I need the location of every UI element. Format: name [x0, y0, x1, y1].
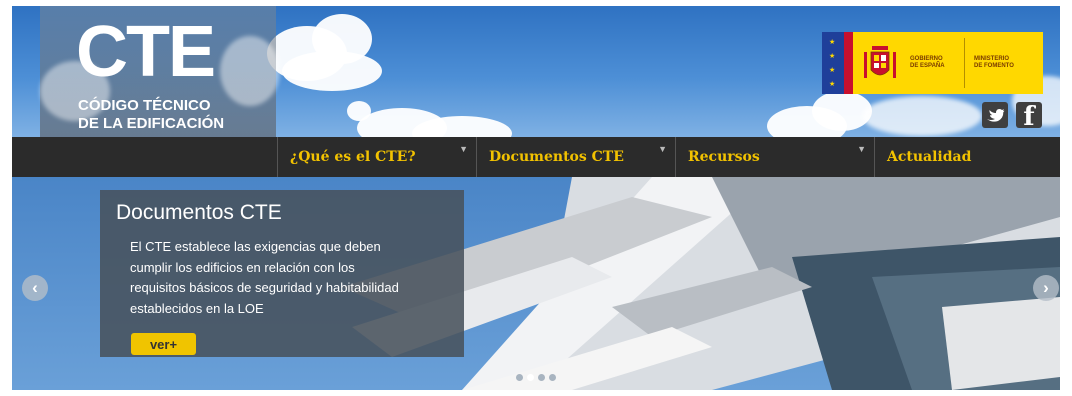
- cloud: [282, 51, 382, 91]
- flag-band: [844, 32, 853, 94]
- ver-mas-button[interactable]: ver+: [131, 333, 196, 355]
- logo-mark: CTE: [76, 12, 216, 92]
- cloud: [220, 36, 280, 106]
- nav-item-label: Actualidad: [887, 149, 972, 165]
- logo-subtitle-line1: CÓDIGO TÉCNICO: [78, 97, 211, 114]
- nav-item-label: ¿Qué es el CTE?: [290, 149, 416, 165]
- nav-item-recursos[interactable]: Recursos ▼: [675, 137, 874, 177]
- site-header: CTE CÓDIGO TÉCNICO DE LA EDIFICACIÓN ★ ★…: [12, 6, 1060, 137]
- chevron-right-icon: ›: [1043, 278, 1049, 297]
- ministerio-label: MINISTERIO DE FOMENTO: [974, 56, 1014, 69]
- chevron-left-icon: ‹: [32, 278, 38, 297]
- slide-description-line: establecidos en la LOE: [130, 300, 264, 316]
- slider-prev-button[interactable]: ‹: [22, 275, 48, 301]
- website-frame: CTE CÓDIGO TÉCNICO DE LA EDIFICACIÓN ★ ★…: [12, 6, 1060, 390]
- hero-slider: Documentos CTE El CTE establece las exig…: [12, 177, 1060, 390]
- slide-description: El CTE establece las exigencias que debe…: [130, 237, 450, 319]
- cloud: [347, 101, 371, 121]
- facebook-icon: f: [1023, 102, 1035, 132]
- facebook-button[interactable]: f: [1016, 102, 1042, 132]
- site-logo[interactable]: CTE CÓDIGO TÉCNICO DE LA EDIFICACIÓN: [40, 6, 280, 137]
- nav-item-actualidad[interactable]: Actualidad: [874, 137, 1060, 177]
- nav-item-que-es-el-cte[interactable]: ¿Qué es el CTE? ▼: [277, 137, 476, 177]
- cloud: [862, 96, 982, 136]
- chevron-down-icon: ▼: [658, 144, 667, 154]
- slide-description-line: requisitos básicos de seguridad y habita…: [130, 280, 399, 295]
- slider-dot[interactable]: [549, 374, 556, 381]
- government-badge[interactable]: ★ ★ ★ ★ GOBIERNO DE ESPAÑA MINISTERIO DE…: [822, 32, 1043, 94]
- slide-description-line: cumplir los edificios en relación con lo…: [130, 259, 355, 275]
- twitter-icon: [987, 109, 1005, 122]
- nav-item-label: Documentos CTE: [489, 149, 624, 165]
- chevron-down-icon: ▼: [459, 144, 468, 154]
- slide-caption: Documentos CTE El CTE establece las exig…: [100, 190, 464, 357]
- coat-of-arms-icon: [864, 46, 896, 78]
- chevron-down-icon: ▼: [857, 144, 866, 154]
- slider-next-button[interactable]: ›: [1033, 275, 1059, 301]
- slide-description-line: El CTE establece las exigencias que debe…: [130, 239, 381, 254]
- twitter-button[interactable]: [982, 102, 1008, 128]
- gobierno-label: GOBIERNO DE ESPAÑA: [910, 56, 945, 69]
- nav-item-label: Recursos: [688, 149, 760, 165]
- slider-dot[interactable]: [516, 374, 523, 381]
- slider-dot[interactable]: [527, 374, 534, 381]
- eu-flag: ★ ★ ★ ★: [822, 32, 844, 94]
- main-navigation: ¿Qué es el CTE? ▼ Documentos CTE ▼ Recur…: [12, 137, 1060, 177]
- slider-dot[interactable]: [538, 374, 545, 381]
- logo-subtitle-line2: DE LA EDIFICACIÓN: [78, 115, 225, 132]
- slide-title: Documentos CTE: [116, 201, 282, 224]
- badge-divider: [964, 38, 965, 88]
- nav-item-documentos-cte[interactable]: Documentos CTE ▼: [476, 137, 675, 177]
